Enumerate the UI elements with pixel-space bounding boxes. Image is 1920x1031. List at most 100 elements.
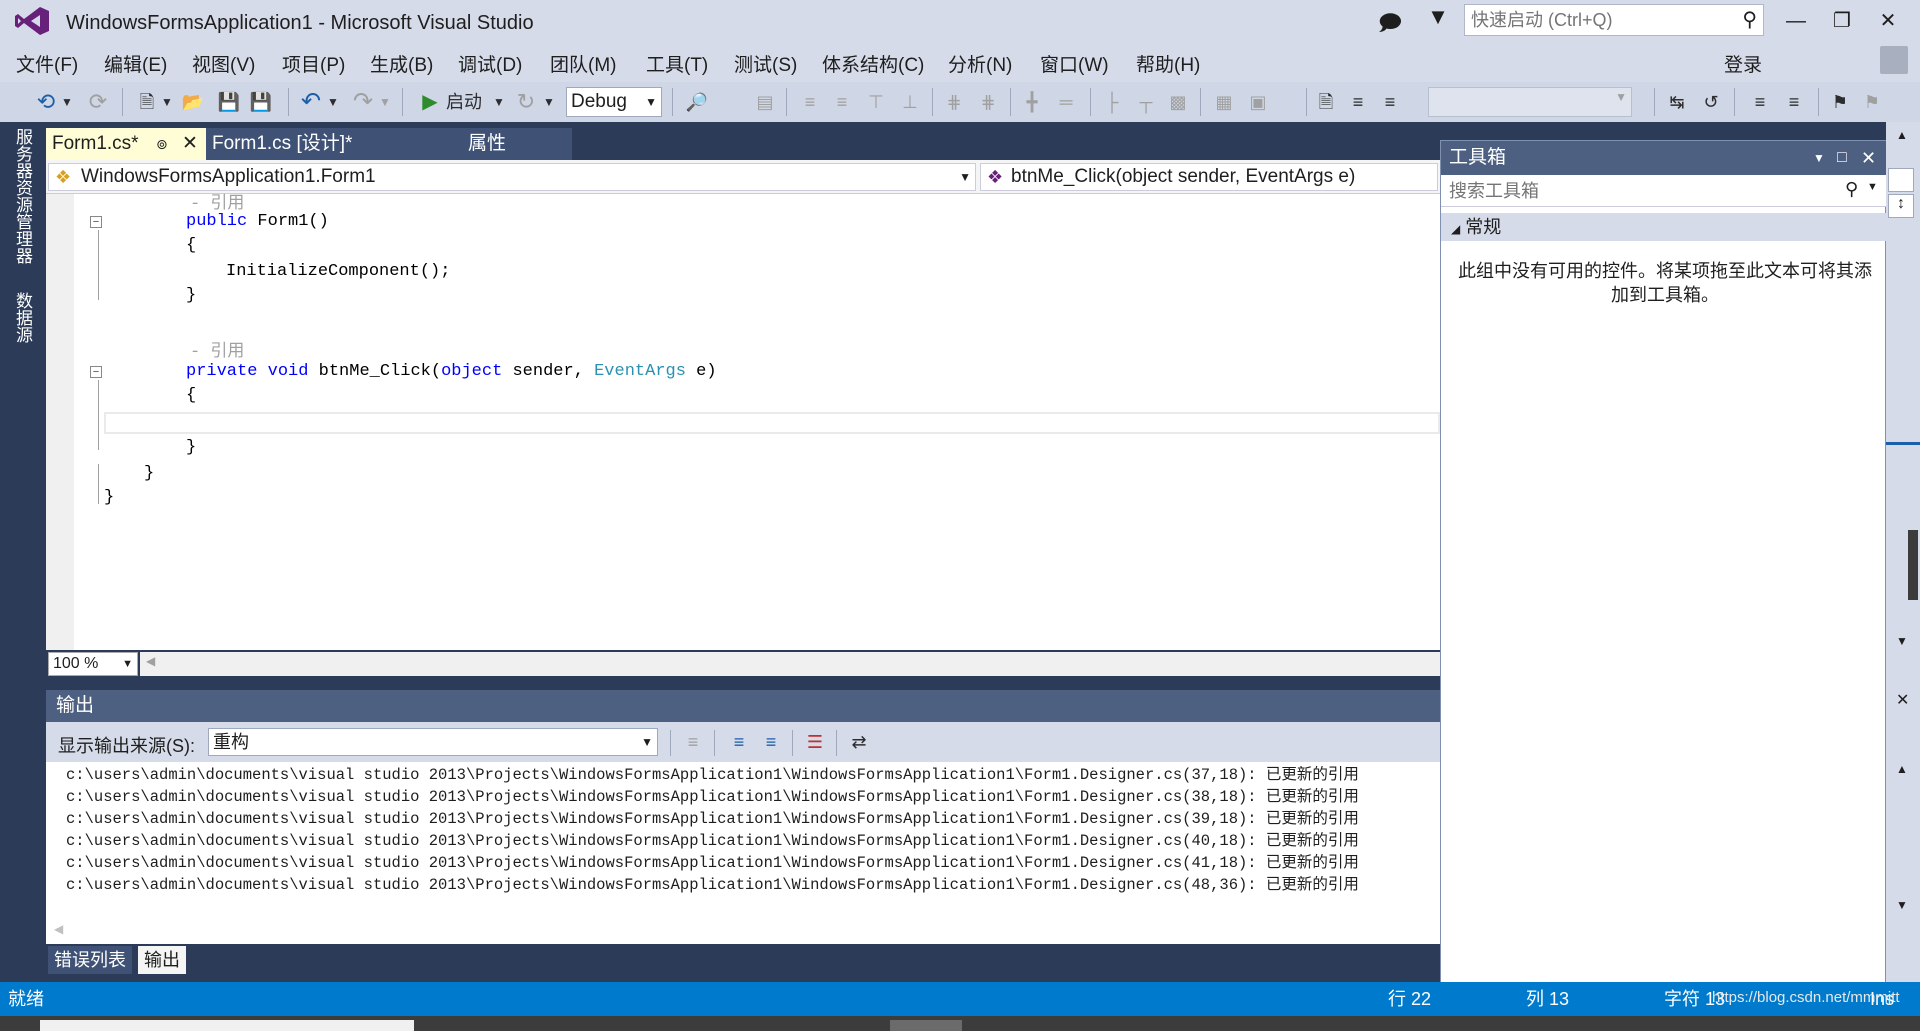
bring-front-icon[interactable]: ▣	[1246, 88, 1270, 116]
find-in-files-icon[interactable]: 🔎	[684, 88, 710, 116]
align-left-icon[interactable]: ≡	[798, 88, 822, 116]
split-window-icon[interactable]: ↕	[1888, 194, 1914, 218]
close-window-button[interactable]: ✕	[1866, 6, 1910, 36]
scroll-down-icon[interactable]: ▼	[1896, 634, 1908, 648]
restore-button[interactable]: ❐	[1820, 6, 1864, 36]
same-width-icon[interactable]: ├	[1100, 88, 1124, 116]
same-height-icon[interactable]: ┬	[1134, 88, 1158, 116]
space-vertical-icon[interactable]: ═	[1054, 88, 1078, 116]
tab-form1-designer[interactable]: Form1.cs [设计]*	[206, 128, 456, 160]
center-horizontal-icon[interactable]: ⋕	[942, 88, 966, 116]
target-select[interactable]: ▼	[1428, 87, 1632, 117]
side-tab-data-sources[interactable]: 数据源	[10, 292, 35, 343]
tab-properties[interactable]: 属性	[456, 128, 572, 160]
menu-help[interactable]: 帮助(H)	[1136, 50, 1200, 77]
close-icon[interactable]: ✕	[1896, 690, 1909, 710]
document-icon[interactable]: 🗎	[1314, 88, 1338, 116]
pin-icon[interactable]: ⊚	[156, 128, 168, 160]
step-into-icon[interactable]: ↹	[1664, 88, 1690, 116]
find-message-icon[interactable]: ≡	[680, 728, 706, 756]
toolbox-search-input[interactable]	[1441, 175, 1831, 207]
menu-file[interactable]: 文件(F)	[16, 50, 78, 77]
quick-launch-input[interactable]	[1465, 5, 1733, 35]
menu-architecture[interactable]: 体系结构(C)	[822, 50, 924, 77]
scroll-down-icon[interactable]: ▼	[1896, 898, 1908, 912]
menu-tools[interactable]: 工具(T)	[646, 50, 708, 77]
tab-output[interactable]: 输出	[138, 946, 186, 974]
tab-form1-cs[interactable]: Form1.cs* ⊚ ✕	[46, 128, 206, 160]
close-icon[interactable]: ✕	[1861, 141, 1876, 175]
collapse-icon[interactable]: −	[90, 216, 102, 228]
start-debug-icon[interactable]: ▶	[420, 88, 440, 116]
indent-icon[interactable]: ≡	[1346, 88, 1370, 116]
menu-edit[interactable]: 编辑(E)	[104, 50, 167, 77]
collapse-icon[interactable]: −	[90, 366, 102, 378]
same-size-icon[interactable]: ▩	[1166, 88, 1190, 116]
grid-icon[interactable]: ▦	[1212, 88, 1236, 116]
scroll-up-icon[interactable]: ▲	[1896, 128, 1908, 142]
previous-message-icon[interactable]: ≡	[726, 728, 752, 756]
menu-team[interactable]: 团队(M)	[550, 50, 616, 77]
output-text-area[interactable]: c:\users\admin\documents\visual studio 2…	[46, 762, 1440, 944]
chevron-down-icon[interactable]: ▼	[1867, 181, 1878, 193]
undo-icon[interactable]: ↶	[298, 88, 324, 116]
menu-project[interactable]: 项目(P)	[282, 50, 345, 77]
feedback-icon[interactable]: 🗩	[1376, 6, 1404, 44]
word-wrap-icon[interactable]: ⇄	[846, 728, 872, 756]
center-vertical-icon[interactable]: ⋕	[976, 88, 1000, 116]
open-folder-icon[interactable]: 📂	[180, 88, 206, 116]
space-horizontal-icon[interactable]: ╋	[1020, 88, 1044, 116]
scroll-left-icon[interactable]: ◀	[54, 922, 63, 936]
search-icon[interactable]: ⚲	[1742, 7, 1757, 32]
navigate-back-icon[interactable]: ⟲	[34, 88, 58, 116]
scroll-thumb[interactable]	[1908, 530, 1918, 600]
login-link[interactable]: 登录	[1724, 50, 1762, 77]
redo-dropdown-icon[interactable]: ▼	[378, 88, 392, 116]
decrease-indent-icon[interactable]: ≡	[1748, 88, 1772, 116]
horizontal-scrollbar[interactable]: ◀	[140, 652, 1440, 676]
scroll-left-icon[interactable]: ◀	[146, 654, 155, 668]
start-button[interactable]: 启动	[446, 88, 486, 116]
next-bookmark-icon[interactable]: ⚑	[1860, 88, 1884, 116]
bookmark-icon[interactable]: ⚑	[1828, 88, 1852, 116]
reference-count[interactable]: - 引用	[190, 188, 244, 214]
align-bottom-icon[interactable]: ⊥	[898, 88, 922, 116]
scroll-up-icon[interactable]: ▲	[1896, 762, 1908, 776]
comment-icon[interactable]: ▤	[752, 88, 778, 116]
zoom-select[interactable]: 100 % ▼	[48, 652, 138, 676]
split-dropdown-button[interactable]	[1888, 168, 1914, 192]
restart-dropdown-icon[interactable]: ▼	[542, 88, 556, 116]
menu-analyze[interactable]: 分析(N)	[948, 50, 1012, 77]
quick-launch-box[interactable]: ⚲	[1464, 4, 1764, 36]
step-over-icon[interactable]: ↺	[1698, 88, 1724, 116]
minimize-button[interactable]: —	[1774, 6, 1818, 36]
filter-icon[interactable]: ▼	[1424, 4, 1452, 30]
back-dropdown-icon[interactable]: ▼	[60, 88, 74, 116]
search-icon[interactable]: ⚲	[1845, 179, 1858, 200]
menu-view[interactable]: 视图(V)	[192, 50, 255, 77]
solution-config-select[interactable]: Debug ▼	[566, 87, 662, 117]
menu-debug[interactable]: 调试(D)	[458, 50, 522, 77]
class-selector[interactable]: ❖ WindowsFormsApplication1.Form1 ▼	[48, 163, 976, 191]
navigate-forward-icon[interactable]: ⟳	[86, 88, 110, 116]
save-icon[interactable]: 💾	[216, 88, 242, 116]
save-all-icon[interactable]: 💾	[248, 88, 274, 116]
new-dropdown-icon[interactable]: ▼	[160, 88, 174, 116]
start-dropdown-icon[interactable]: ▼	[492, 88, 506, 116]
tab-error-list[interactable]: 错误列表	[48, 946, 132, 974]
menu-test[interactable]: 测试(S)	[734, 50, 797, 77]
redo-icon[interactable]: ↷	[350, 88, 376, 116]
clear-all-icon[interactable]: ☰	[802, 728, 828, 756]
reference-count[interactable]: - 引用	[190, 336, 244, 362]
code-editor[interactable]: - 引用 − public Form1() { InitializeCompon…	[46, 194, 1440, 650]
toolbox-search[interactable]: ⚲ ▼	[1441, 175, 1887, 207]
align-top-icon[interactable]: ⊤	[864, 88, 888, 116]
new-project-icon[interactable]: 🗎	[134, 88, 160, 116]
side-tab-server-explorer[interactable]: 服务器资源管理器	[10, 128, 35, 264]
output-source-select[interactable]: 重构 ▼	[208, 728, 658, 756]
dropdown-icon[interactable]: ▼	[1813, 141, 1825, 175]
menu-window[interactable]: 窗口(W)	[1040, 50, 1109, 77]
menu-build[interactable]: 生成(B)	[370, 50, 433, 77]
restart-icon[interactable]: ↻	[514, 88, 538, 116]
toolbox-group-general[interactable]: ◢ 常规	[1441, 213, 1887, 241]
